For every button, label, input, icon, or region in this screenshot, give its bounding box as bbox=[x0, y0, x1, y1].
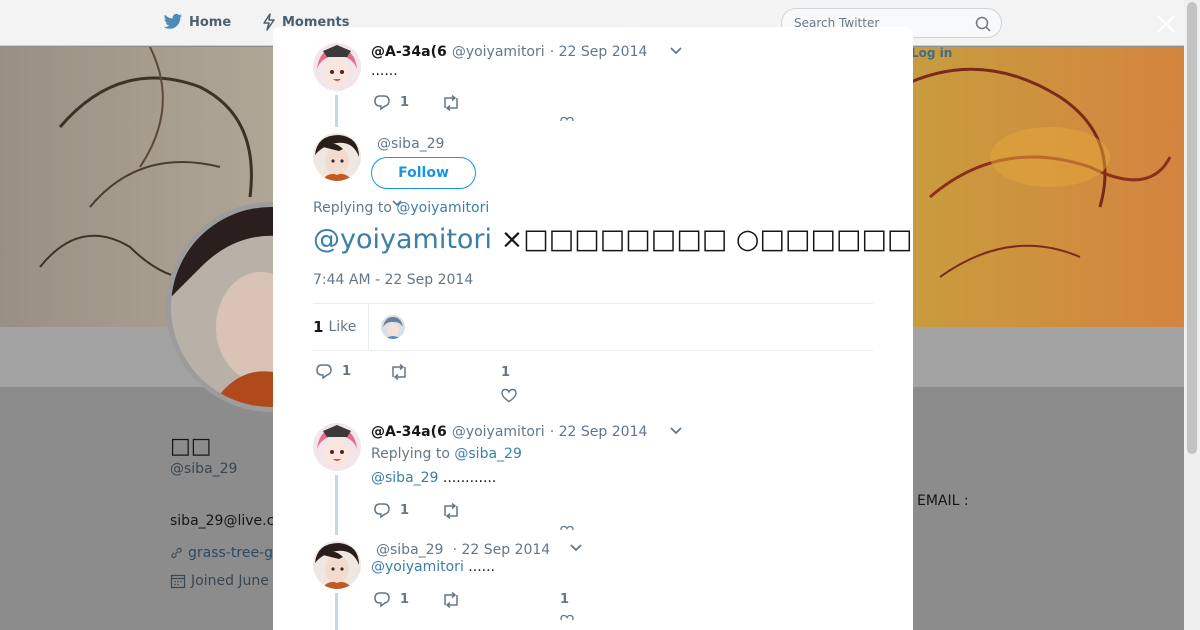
chevron-down-icon[interactable] bbox=[669, 46, 683, 56]
main-tweet-body: ×□□□□□□□□ ○□□□□□□□□ bbox=[500, 224, 913, 255]
profile-website-link[interactable]: grass-tree-g bbox=[170, 545, 273, 561]
reply-count: 1 bbox=[400, 95, 410, 110]
avatar[interactable] bbox=[313, 43, 361, 91]
retweet-button[interactable] bbox=[441, 502, 461, 519]
follow-button-label: Follow bbox=[398, 165, 449, 181]
reply-button[interactable]: 1 bbox=[373, 502, 409, 519]
replying-to: Replying to @siba_29 bbox=[371, 446, 522, 462]
like-count: 1 bbox=[560, 592, 570, 607]
liker-avatar[interactable] bbox=[381, 315, 406, 339]
tweet-date[interactable]: · 22 Sep 2014 bbox=[453, 542, 551, 558]
tweet-header: @A-34a(6 @yoiyamitori · 22 Sep 2014 bbox=[371, 421, 647, 440]
avatar[interactable] bbox=[313, 133, 361, 181]
tweet-username[interactable]: @yoiyamitori bbox=[452, 44, 545, 60]
avatar[interactable] bbox=[313, 423, 361, 471]
tweet-mention-link[interactable]: @yoiyamitori bbox=[313, 224, 492, 255]
tweet-header: @A-34a(6 @yoiyamitori · 22 Sep 2014 bbox=[371, 41, 647, 60]
reply-icon bbox=[374, 592, 390, 608]
retweet-button[interactable] bbox=[441, 94, 461, 111]
chevron-down-icon[interactable] bbox=[569, 543, 583, 553]
likes-stat-label: Like bbox=[328, 319, 357, 335]
tweet-fullname[interactable]: @A-34a(6 bbox=[371, 424, 447, 440]
close-icon[interactable] bbox=[1152, 10, 1180, 38]
reply-icon bbox=[374, 95, 390, 111]
likes-stat[interactable]: 1 Like bbox=[313, 303, 370, 351]
likes-stat-count: 1 bbox=[313, 318, 324, 336]
tweet-actions: 1 bbox=[373, 591, 461, 608]
tweet-timestamp[interactable]: 7:44 AM - 22 Sep 2014 bbox=[313, 272, 473, 288]
tweet-text: @yoiyamitori ...... bbox=[371, 559, 495, 575]
reply-count: 1 bbox=[400, 503, 410, 518]
tweet-username[interactable]: @yoiyamitori bbox=[452, 424, 545, 440]
thread-connector bbox=[335, 475, 338, 535]
reply-icon bbox=[316, 364, 332, 380]
calendar-icon bbox=[170, 574, 186, 589]
divider bbox=[313, 350, 873, 351]
profile-website-text: grass-tree-g bbox=[188, 545, 273, 561]
tweet-actions: 1 bbox=[373, 502, 461, 519]
login-link[interactable]: Log in bbox=[911, 46, 952, 60]
tweet-actions: 1 bbox=[315, 363, 409, 380]
replying-to-prefix: Replying to bbox=[313, 200, 392, 216]
retweet-icon bbox=[444, 94, 458, 111]
like-icon[interactable] bbox=[560, 524, 574, 530]
tweet-mention-link[interactable]: @siba_29 bbox=[371, 470, 438, 486]
profile-joined-date: Joined June bbox=[170, 573, 273, 589]
tweet-body: ............ bbox=[438, 470, 497, 486]
tweet-mention-link[interactable]: @yoiyamitori bbox=[371, 559, 464, 575]
twitter-bird-icon bbox=[163, 13, 183, 29]
tweet-actions: 1 bbox=[373, 94, 461, 111]
profile-name: □□ bbox=[170, 434, 212, 459]
profile-joined-text: Joined June bbox=[191, 573, 269, 589]
thread-connector bbox=[335, 95, 338, 127]
tweet-username[interactable]: @siba_29 bbox=[376, 542, 443, 558]
like-icon[interactable] bbox=[560, 115, 574, 121]
nav-home[interactable]: Home bbox=[163, 13, 231, 31]
profile-email: siba_29@live.c bbox=[170, 513, 273, 529]
tweet-fullname[interactable]: @A-34a(6 bbox=[371, 44, 447, 60]
search-icon[interactable] bbox=[975, 16, 991, 32]
chevron-down-icon[interactable] bbox=[669, 426, 683, 436]
like-icon[interactable] bbox=[560, 613, 574, 620]
thread-connector bbox=[335, 593, 338, 630]
link-icon bbox=[171, 547, 182, 559]
replying-to-user-link[interactable]: @siba_29 bbox=[454, 446, 521, 462]
replying-to-prefix: Replying to bbox=[371, 446, 450, 462]
follow-button[interactable]: Follow bbox=[371, 157, 476, 189]
reply-button[interactable]: 1 bbox=[373, 94, 409, 111]
tweet-text: @siba_29 ............ bbox=[371, 470, 496, 486]
tweet-permalink-modal: @A-34a(6 @yoiyamitori · 22 Sep 2014 ....… bbox=[273, 27, 913, 630]
tweet-header: @siba_29 · 22 Sep 2014 bbox=[376, 539, 550, 558]
replying-to-user-link[interactable]: @yoiyamitori bbox=[396, 200, 489, 216]
retweet-icon bbox=[444, 591, 458, 608]
tweet-body: ...... bbox=[463, 559, 495, 575]
reply-button[interactable]: 1 bbox=[373, 591, 409, 608]
scrollbar-thumb[interactable] bbox=[1187, 2, 1197, 454]
retweet-icon bbox=[444, 502, 458, 519]
retweet-button[interactable] bbox=[389, 363, 409, 380]
main-tweet-text: @yoiyamitori ×□□□□□□□□ ○□□□□□□□□ bbox=[313, 224, 913, 255]
profile-handle: @siba_29 bbox=[170, 461, 238, 477]
like-count: 1 bbox=[501, 365, 511, 380]
page-scrollbar[interactable] bbox=[1184, 0, 1200, 630]
tweet-username[interactable]: @siba_29 bbox=[377, 136, 444, 152]
reply-icon bbox=[374, 503, 390, 519]
reply-button[interactable]: 1 bbox=[315, 363, 351, 380]
retweet-icon bbox=[392, 363, 406, 380]
retweet-button[interactable] bbox=[441, 591, 461, 608]
sidebar-email-label: EMAIL : bbox=[917, 493, 969, 509]
tweet-date[interactable]: · 22 Sep 2014 bbox=[550, 44, 648, 60]
reply-count: 1 bbox=[342, 364, 352, 379]
nav-home-label: Home bbox=[189, 14, 232, 30]
tweet-stats: 1 Like bbox=[313, 303, 873, 351]
reply-count: 1 bbox=[400, 592, 410, 607]
like-icon[interactable] bbox=[501, 388, 517, 403]
avatar[interactable] bbox=[313, 541, 361, 589]
replying-to: Replying to @yoiyamitori bbox=[313, 200, 489, 216]
tweet-date[interactable]: · 22 Sep 2014 bbox=[550, 424, 648, 440]
tweet-text: ...... bbox=[371, 63, 398, 79]
